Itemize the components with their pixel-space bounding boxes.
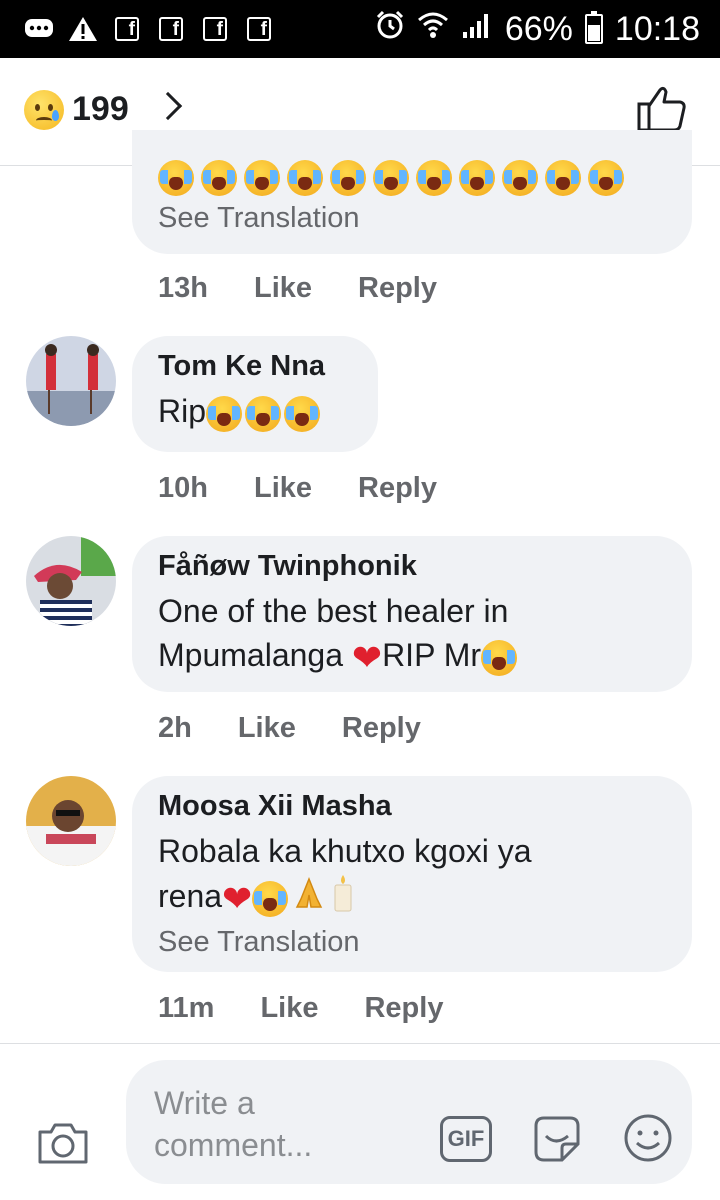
comment-timestamp: 11m <box>158 992 215 1024</box>
chevron-right-icon <box>153 91 183 121</box>
comment-timestamp: 2h <box>158 712 192 744</box>
heart-emoji: ❤ <box>351 636 383 678</box>
battery-icon <box>584 11 603 44</box>
facebook-notification-icon: f <box>112 14 142 44</box>
comment-actions: 10h Like Reply <box>158 472 437 505</box>
see-translation-link[interactable]: See Translation <box>158 202 666 235</box>
facebook-notification-icon: f <box>156 14 186 44</box>
avatar[interactable] <box>26 536 116 626</box>
comment-bubble: See Translation <box>132 130 692 254</box>
crying-emoji <box>502 160 538 196</box>
like-link[interactable]: Like <box>254 272 312 305</box>
messages-icon <box>24 14 54 44</box>
crying-emoji <box>244 160 280 196</box>
crying-emoji <box>330 160 366 196</box>
clock: 10:18 <box>614 9 700 48</box>
comment-input[interactable]: Write a comment... GIF <box>126 1060 692 1184</box>
avatar[interactable] <box>26 336 116 426</box>
comment-text: One of the best healer in Mpumalanga ❤RI… <box>158 589 666 677</box>
like-link[interactable]: Like <box>260 992 318 1025</box>
like-icon[interactable] <box>636 84 688 134</box>
comment-author[interactable]: Fåñøw Twinphonik <box>158 550 666 583</box>
comment-bubble: Tom Ke Nna Rip <box>132 336 378 452</box>
crying-emoji <box>373 160 409 196</box>
crying-emoji <box>284 395 321 432</box>
crying-emoji <box>416 160 452 196</box>
comment-text: Rip <box>158 389 352 433</box>
crying-emoji <box>252 880 289 917</box>
avatar[interactable] <box>26 776 116 866</box>
status-bar: f f f f 66% 10:18 <box>0 0 720 58</box>
warning-icon <box>68 14 98 44</box>
crying-emoji <box>588 160 624 196</box>
facebook-notification-icon: f <box>244 14 274 44</box>
wifi-icon <box>417 10 449 49</box>
reply-link[interactable]: Reply <box>358 472 437 505</box>
see-translation-link[interactable]: See Translation <box>158 926 666 959</box>
comment-author[interactable]: Tom Ke Nna <box>158 350 352 383</box>
battery-percent: 66% <box>504 9 573 48</box>
divider <box>0 1043 720 1044</box>
comment-bubble: Fåñøw Twinphonik One of the best healer … <box>132 536 692 692</box>
emoji-icon[interactable] <box>622 1112 674 1164</box>
crying-emoji <box>245 395 282 432</box>
sticker-icon[interactable] <box>530 1112 584 1166</box>
crying-emoji <box>206 395 243 432</box>
comment-actions: 11m Like Reply <box>158 992 443 1025</box>
crying-emoji <box>201 160 237 196</box>
crying-emoji <box>545 160 581 196</box>
comment-author[interactable]: Moosa Xii Masha <box>158 790 666 823</box>
comment-text: Robala ka khutxo kgoxi ya rena❤ <box>158 829 666 924</box>
alarm-icon <box>375 10 405 49</box>
like-link[interactable]: Like <box>238 712 296 745</box>
crying-emoji <box>287 160 323 196</box>
crying-emoji <box>459 160 495 196</box>
comment-actions: 2h Like Reply <box>158 712 421 745</box>
heart-emoji: ❤ <box>222 877 253 919</box>
pensive-emoji <box>481 639 518 676</box>
crying-emoji <box>158 160 194 196</box>
comment-text <box>158 160 666 200</box>
candle-emoji <box>327 873 359 924</box>
reply-link[interactable]: Reply <box>364 992 443 1025</box>
signal-icon <box>461 10 493 49</box>
comment-timestamp: 10h <box>158 472 208 504</box>
praying-hands-emoji <box>291 875 327 922</box>
comment-actions: 13h Like Reply <box>158 272 437 305</box>
gif-button[interactable]: GIF <box>440 1116 492 1162</box>
reply-link[interactable]: Reply <box>358 272 437 305</box>
reaction-count: 199 <box>72 90 129 128</box>
comment-bubble: Moosa Xii Masha Robala ka khutxo kgoxi y… <box>132 776 692 972</box>
comment-timestamp: 13h <box>158 272 208 304</box>
comment-placeholder: Write a comment... <box>154 1085 313 1163</box>
camera-icon[interactable] <box>36 1120 90 1166</box>
sad-reaction-icon <box>24 90 64 130</box>
facebook-notification-icon: f <box>200 14 230 44</box>
like-link[interactable]: Like <box>254 472 312 505</box>
reply-link[interactable]: Reply <box>342 712 421 745</box>
